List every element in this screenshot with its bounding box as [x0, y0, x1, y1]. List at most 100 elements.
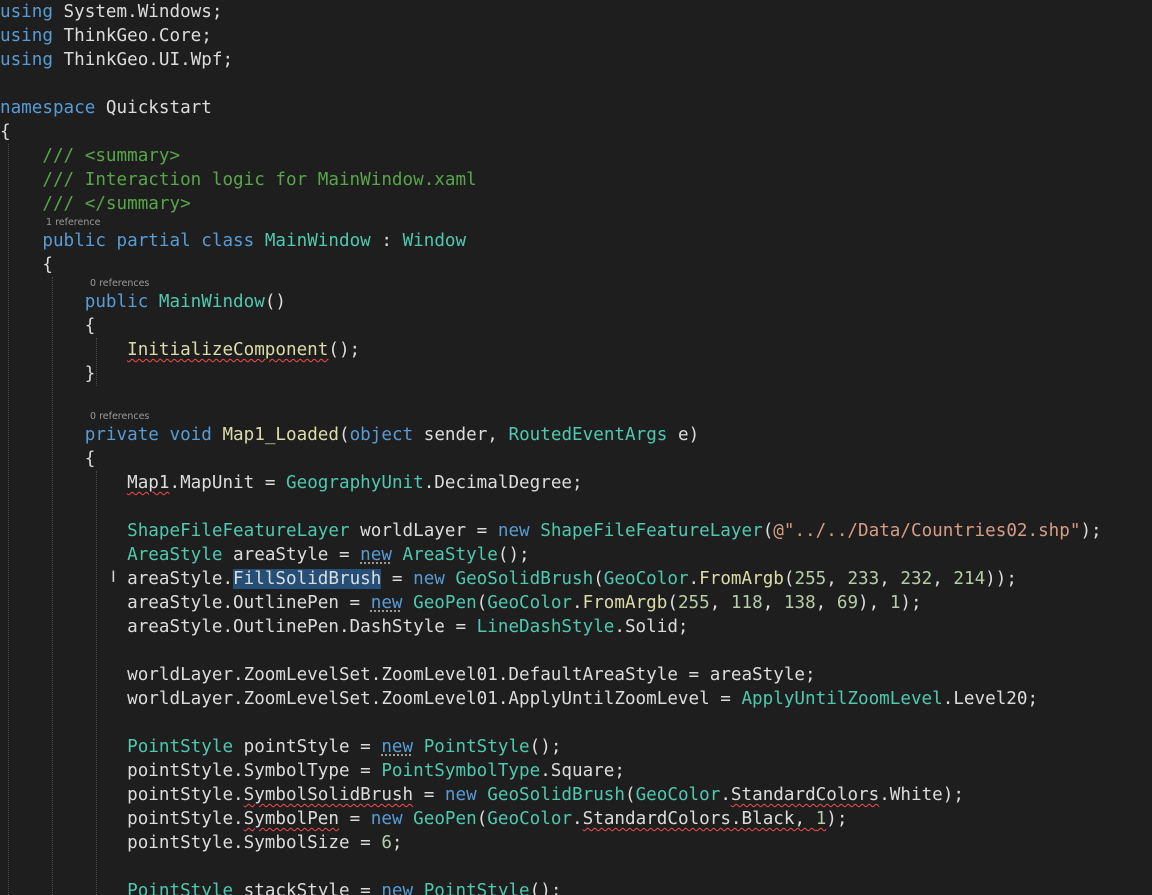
- code-token: LineDashStyle: [476, 617, 615, 637]
- code-line[interactable]: namespace Quickstart: [0, 96, 212, 120]
- code-token: PointStyle: [127, 737, 234, 757]
- code-line[interactable]: using System.Windows;: [0, 0, 222, 24]
- code-token: GeoColor: [603, 569, 689, 589]
- code-token: FromArgb: [582, 593, 668, 613]
- code-token: AreaStyle: [127, 545, 223, 565]
- code-lens-ctor-references[interactable]: 0 references: [90, 278, 149, 290]
- code-token: GeoSolidBrush: [455, 569, 594, 589]
- text-ibeam-icon: I: [111, 567, 116, 586]
- code-line[interactable]: pointStyle.SymbolSolidBrush = new GeoSol…: [0, 783, 964, 807]
- code-token: (: [476, 593, 488, 613]
- code-line[interactable]: worldLayer.ZoomLevelSet.ZoomLevel01.Appl…: [0, 687, 1038, 711]
- code-token: 1: [889, 593, 901, 613]
- code-line[interactable]: areaStyle.OutlinePen.DashStyle = LineDas…: [0, 615, 689, 639]
- code-line[interactable]: worldLayer.ZoomLevelSet.ZoomLevel01.Defa…: [0, 663, 816, 687]
- code-line[interactable]: pointStyle.SymbolPen = new GeoPen(GeoCol…: [0, 807, 847, 831]
- code-line[interactable]: public partial class MainWindow : Window: [0, 229, 466, 253]
- code-token: public: [84, 292, 149, 312]
- code-token: (: [476, 809, 488, 829]
- code-line[interactable]: PointStyle stackStyle = new PointStyle()…: [0, 879, 561, 895]
- code-token: (: [783, 569, 795, 589]
- code-token: MainWindow: [158, 292, 265, 312]
- code-token: MainWindow: [264, 231, 371, 251]
- code-token: .: [720, 785, 731, 805]
- code-token: class: [201, 231, 255, 251]
- code-line[interactable]: pointStyle.SymbolType = PointSymbolType.…: [0, 759, 625, 783]
- code-line[interactable]: public MainWindow(): [0, 290, 286, 314]
- code-token: pointStyle.: [127, 809, 244, 829]
- code-lens-class-references[interactable]: 1 reference: [46, 217, 100, 229]
- code-token: );: [1080, 521, 1102, 541]
- code-token: =: [381, 569, 414, 589]
- code-line[interactable]: areaStyle.OutlinePen = new GeoPen(GeoCol…: [0, 591, 922, 615]
- code-token: GeoPen: [413, 809, 477, 829]
- code-line[interactable]: pointStyle.SymbolSize = 6;: [0, 831, 403, 855]
- code-token: @"../../Data/Countries02.shp": [773, 521, 1081, 541]
- code-line[interactable]: /// </summary>: [0, 192, 190, 216]
- code-token: private: [84, 425, 159, 445]
- code-token: .: [572, 809, 583, 829]
- code-line[interactable]: {: [0, 120, 11, 144]
- code-token: {: [0, 255, 53, 275]
- code-token: using: [0, 26, 53, 46]
- code-line[interactable]: using ThinkGeo.UI.Wpf;: [0, 48, 233, 72]
- code-token: =: [413, 785, 445, 805]
- code-token: worldLayer =: [349, 521, 498, 541]
- code-line[interactable]: using ThinkGeo.Core;: [0, 24, 212, 48]
- code-token: .MapUnit =: [169, 473, 287, 493]
- code-line[interactable]: InitializeComponent();: [0, 338, 360, 362]
- code-token: ,: [762, 593, 784, 613]
- code-token: (): [264, 292, 287, 312]
- code-token: new: [360, 545, 392, 565]
- code-line[interactable]: {: [0, 447, 96, 471]
- code-token: 69: [836, 593, 859, 613]
- code-editor[interactable]: 1 reference 0 references 0 references us…: [0, 0, 1152, 895]
- code-token: PointStyle: [423, 737, 530, 757]
- code-line[interactable]: {: [0, 253, 53, 277]
- code-line[interactable]: ShapeFileFeatureLayer worldLayer = new S…: [0, 519, 1102, 543]
- code-token: PointSymbolType: [381, 761, 541, 781]
- code-token: =: [338, 809, 371, 829]
- code-token: /// <summary>: [0, 146, 181, 166]
- code-token: ShapeFileFeatureLayer: [540, 521, 763, 541]
- code-line[interactable]: /// Interaction logic for MainWindow.xam…: [0, 168, 476, 192]
- code-lens-method-references[interactable]: 0 references: [90, 411, 149, 423]
- code-token: .Solid;: [614, 617, 689, 637]
- code-token: System.Windows;: [52, 2, 223, 22]
- code-token: ApplyUntilZoomLevel: [741, 689, 943, 709]
- code-token: (: [667, 593, 678, 613]
- code-token: .White);: [879, 785, 964, 805]
- code-line[interactable]: }: [0, 362, 96, 386]
- code-token: AreaStyle: [402, 545, 498, 565]
- code-token: }: [0, 364, 96, 384]
- code-line[interactable]: {: [0, 314, 96, 338]
- code-token: 138: [783, 593, 816, 613]
- code-line[interactable]: private void Map1_Loaded(object sender, …: [0, 423, 699, 447]
- code-line[interactable]: AreaStyle areaStyle = new AreaStyle();: [0, 543, 530, 567]
- code-token: ),: [858, 593, 890, 613]
- code-token: PointStyle: [127, 881, 234, 895]
- code-token: {: [0, 122, 11, 142]
- code-line[interactable]: Map1.MapUnit = GeographyUnit.DecimalDegr…: [0, 471, 583, 495]
- code-line[interactable]: PointStyle pointStyle = new PointStyle()…: [0, 735, 561, 759]
- code-token: areaStyle =: [222, 545, 361, 565]
- code-token: PointStyle: [423, 881, 530, 895]
- code-token: using: [0, 2, 53, 22]
- code-line[interactable]: areaStyle.FillSolidBrush = new GeoSolidB…: [0, 567, 1017, 591]
- code-token: ;: [391, 833, 403, 853]
- code-line[interactable]: /// <summary>: [0, 144, 180, 168]
